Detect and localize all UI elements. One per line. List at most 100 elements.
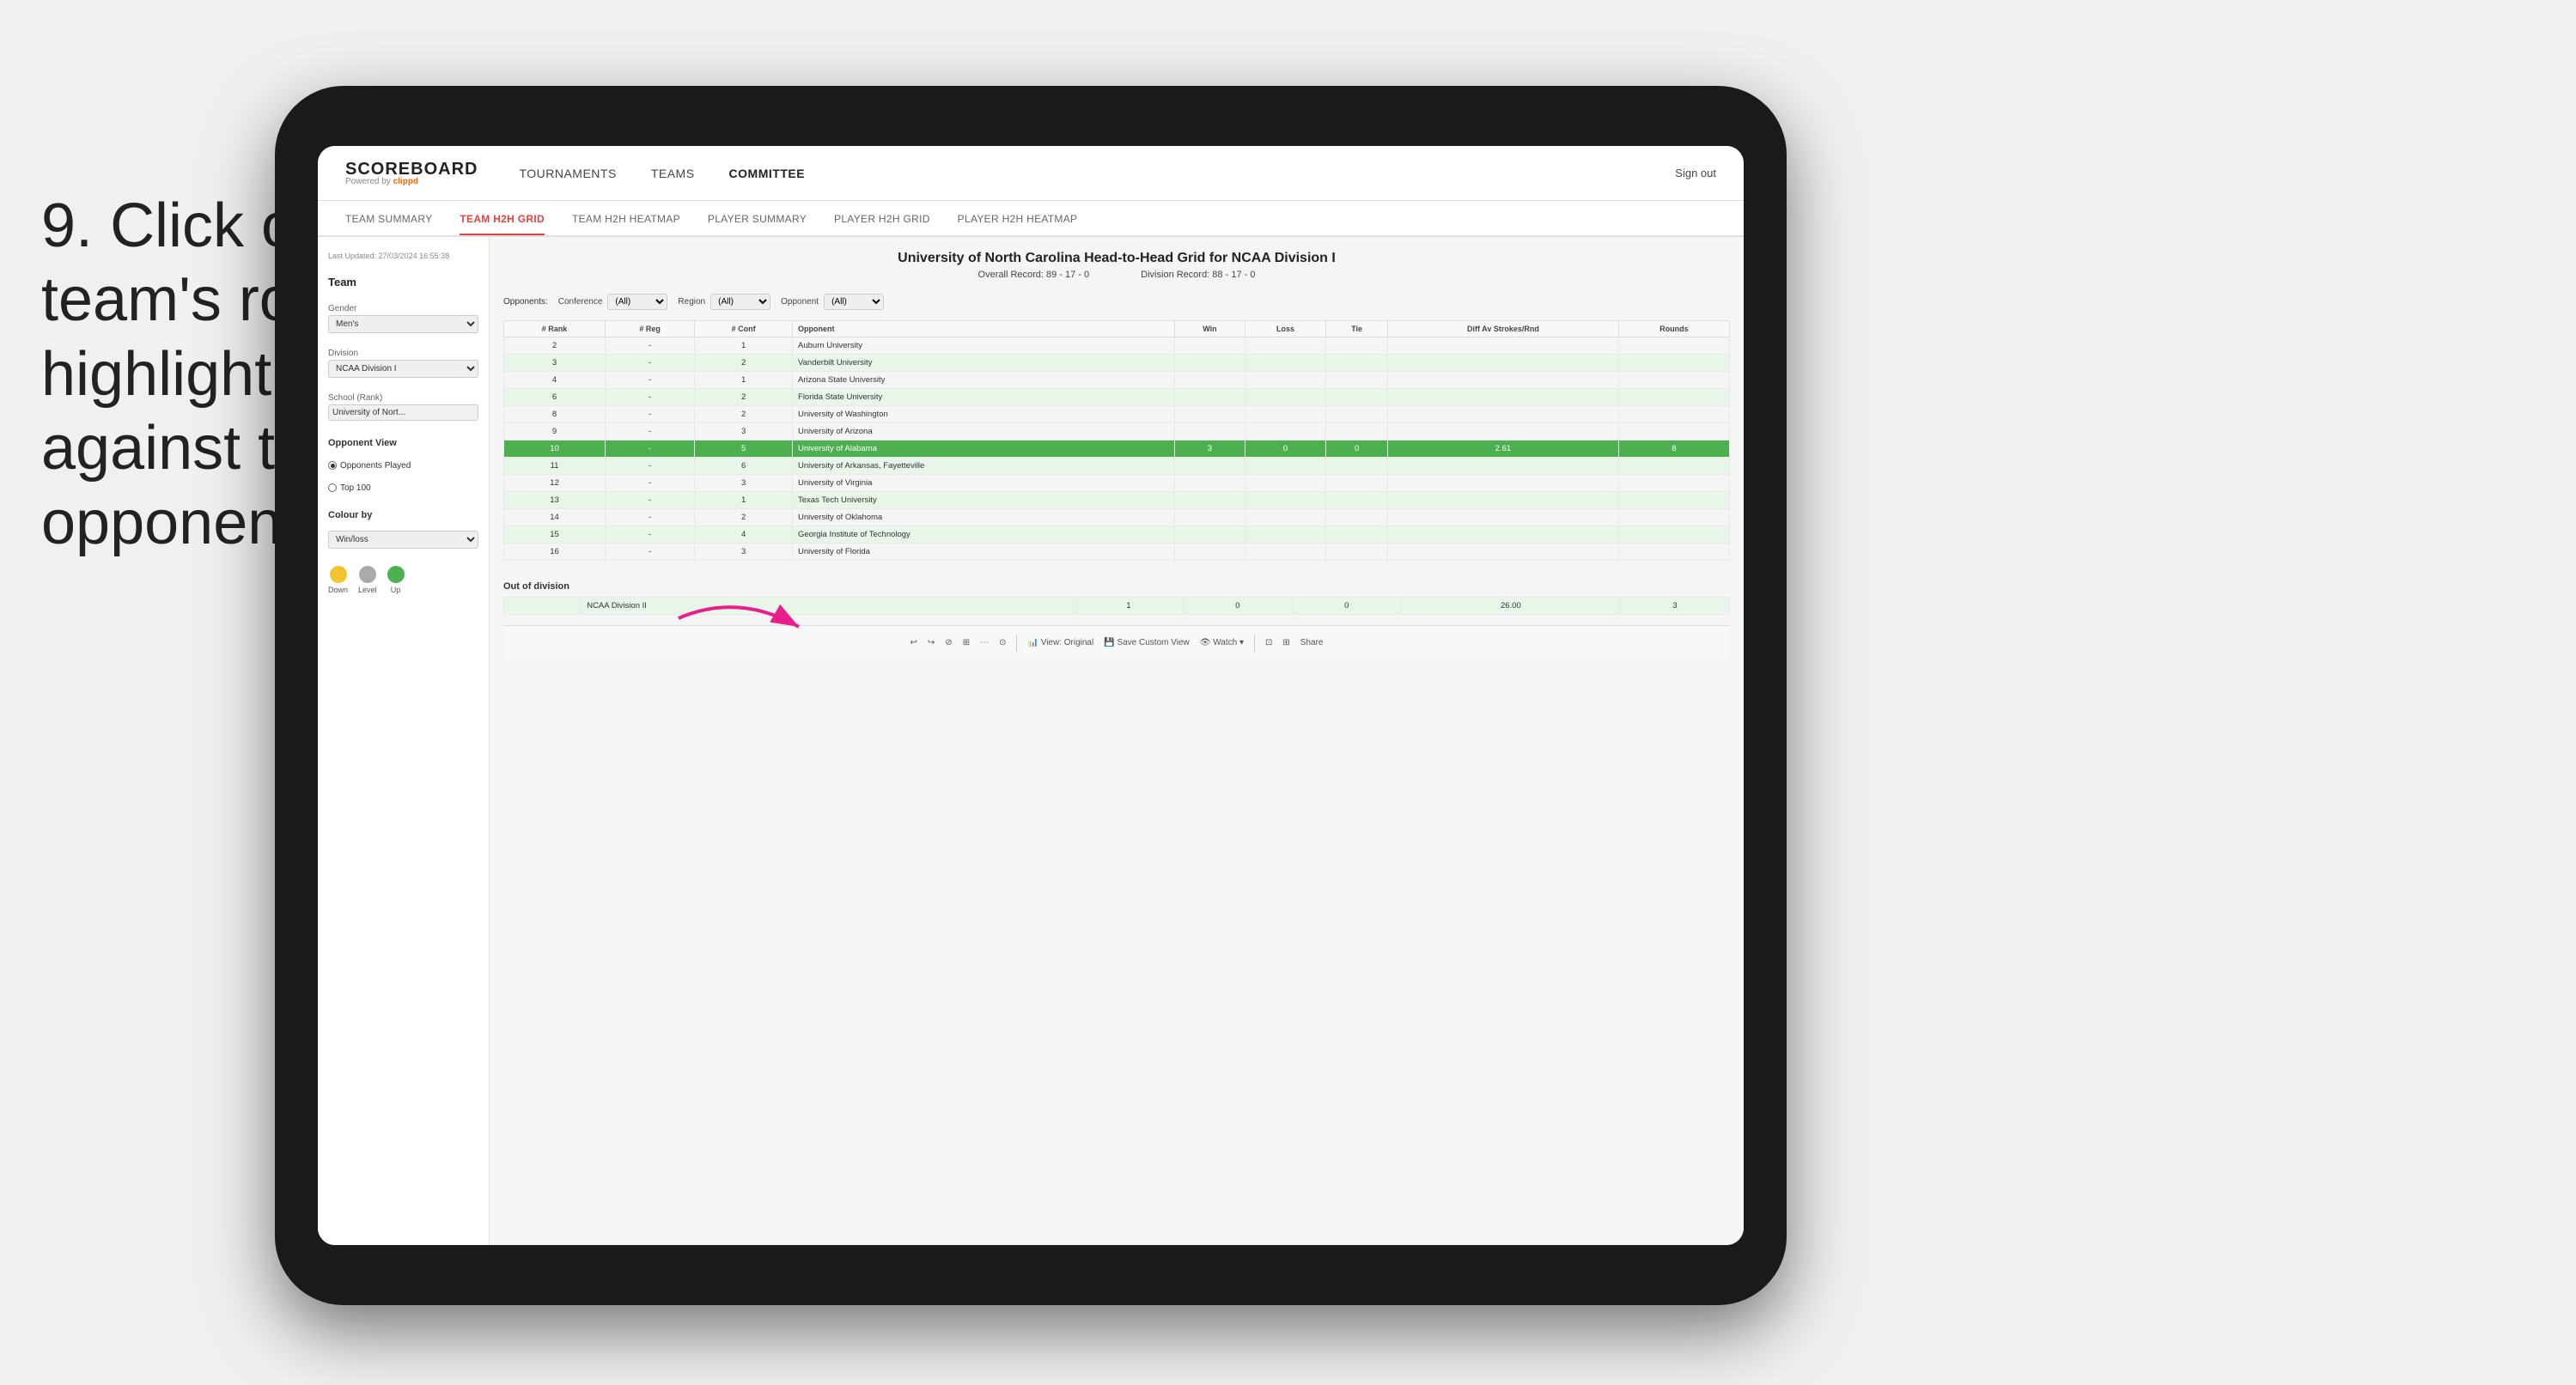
gender-label: Gender	[328, 304, 478, 313]
col-opponent: Opponent	[793, 321, 1175, 337]
nav-committee[interactable]: COMMITTEE	[729, 167, 806, 180]
logo-scoreboard: SCOREBOARD	[345, 161, 478, 178]
col-tie: Tie	[1326, 321, 1388, 337]
sub-nav: TEAM SUMMARY TEAM H2H GRID TEAM H2H HEAT…	[318, 201, 1744, 237]
screenshot-btn[interactable]: ⊡	[1265, 638, 1272, 647]
grid-header: University of North Carolina Head-to-Hea…	[503, 251, 1730, 280]
nav-tournaments[interactable]: TOURNAMENTS	[519, 167, 616, 180]
save-custom-view-btn[interactable]: 💾 Save Custom View	[1104, 638, 1190, 647]
col-rounds: Rounds	[1618, 321, 1729, 337]
legend-up: Up	[387, 566, 405, 594]
conference-filter: Conference (All)	[558, 294, 668, 310]
school-value: University of Nort...	[328, 404, 478, 421]
overall-record: Overall Record: 89 - 17 - 0	[978, 270, 1090, 280]
legend-level: Level	[358, 566, 377, 594]
colour-by-select[interactable]: Win/loss	[328, 531, 478, 549]
bottom-toolbar: ↩ ↪ ⊘ ⊞ ⋯ ⊙ 📊 View: Original 💾 Save Cust…	[503, 625, 1730, 659]
grid-area: University of North Carolina Head-to-Hea…	[490, 237, 1744, 1245]
more-btn[interactable]: ⋯	[980, 638, 989, 647]
logo-area: SCOREBOARD Powered by clippd	[345, 161, 478, 186]
col-conf: # Conf	[695, 321, 793, 337]
opponent-view-title: Opponent View	[328, 438, 478, 448]
grid-view-btn[interactable]: ⊞	[1282, 638, 1289, 647]
redo-btn[interactable]: ↪	[928, 638, 935, 647]
table-row[interactable]: 13-1Texas Tech University	[504, 492, 1730, 509]
tab-team-summary[interactable]: TEAM SUMMARY	[345, 213, 432, 235]
table-row[interactable]: 2-1Auburn University	[504, 337, 1730, 355]
grid-title: University of North Carolina Head-to-Hea…	[503, 251, 1730, 266]
legend-dot-level	[359, 566, 376, 583]
conference-select[interactable]: (All)	[607, 294, 667, 310]
table-row[interactable]: 15-4Georgia Institute of Technology	[504, 526, 1730, 544]
table-row[interactable]: 4-1Arizona State University	[504, 372, 1730, 389]
history-btn[interactable]: ⊘	[945, 638, 952, 647]
share-btn[interactable]: Share	[1300, 638, 1324, 647]
nav-links: TOURNAMENTS TEAMS COMMITTEE	[519, 167, 805, 180]
tab-team-h2h-heatmap[interactable]: TEAM H2H HEATMAP	[572, 213, 680, 235]
out-division-rounds: 3	[1621, 598, 1730, 615]
school-label: School (Rank)	[328, 393, 478, 403]
col-reg: # Reg	[606, 321, 695, 337]
grid-btn[interactable]: ⊞	[963, 638, 970, 647]
table-row[interactable]: 10-5University of Alabama3002.618	[504, 440, 1730, 458]
tab-player-h2h-grid[interactable]: PLAYER H2H GRID	[834, 213, 930, 235]
col-loss: Loss	[1245, 321, 1325, 337]
table-row[interactable]: 9-3University of Arizona	[504, 423, 1730, 440]
table-row[interactable]: 14-2University of Oklahoma	[504, 509, 1730, 526]
clock-btn[interactable]: ⊙	[999, 638, 1006, 647]
main-content: Last Updated: 27/03/2024 16:55:38 Team G…	[318, 237, 1744, 1245]
table-row[interactable]: 12-3University of Virginia	[504, 475, 1730, 492]
logo-powered: Powered by clippd	[345, 178, 478, 186]
radio-dot-opponents	[328, 461, 337, 470]
legend-row: Down Level Up	[328, 566, 478, 594]
separator-1	[1016, 635, 1017, 652]
radio-opponents-played[interactable]: Opponents Played	[328, 461, 478, 471]
radio-top100[interactable]: Top 100	[328, 483, 478, 493]
opponent-filter: Opponent (All)	[781, 294, 884, 310]
view-original-btn[interactable]: 📊 View: Original	[1027, 638, 1093, 647]
division-record: Division Record: 88 - 17 - 0	[1141, 270, 1255, 280]
nav-teams[interactable]: TEAMS	[651, 167, 695, 180]
division-label: Division	[328, 349, 478, 358]
nav-left: SCOREBOARD Powered by clippd TOURNAMENTS…	[345, 161, 805, 186]
sidebar-team-label: Team	[328, 276, 478, 289]
out-division-diff: 26.00	[1401, 598, 1620, 615]
sidebar: Last Updated: 27/03/2024 16:55:38 Team G…	[318, 237, 490, 1245]
tab-player-h2h-heatmap[interactable]: PLAYER H2H HEATMAP	[958, 213, 1078, 235]
grid-records: Overall Record: 89 - 17 - 0 Division Rec…	[503, 270, 1730, 280]
table-row[interactable]: 11-6University of Arkansas, Fayetteville	[504, 458, 1730, 475]
out-division-loss: 0	[1183, 598, 1292, 615]
opponent-select[interactable]: (All)	[824, 294, 884, 310]
out-of-division-section: Out of division NCAA Division II 1 0 0 2…	[503, 581, 1730, 615]
col-rank: # Rank	[504, 321, 606, 337]
sign-out-link[interactable]: Sign out	[1675, 167, 1716, 179]
out-division-row[interactable]: NCAA Division II 1 0 0 26.00 3	[504, 598, 1730, 615]
out-division-label	[504, 598, 582, 615]
region-filter: Region (All)	[678, 294, 770, 310]
region-select[interactable]: (All)	[710, 294, 770, 310]
tablet-screen: SCOREBOARD Powered by clippd TOURNAMENTS…	[318, 146, 1744, 1245]
legend-dot-up	[387, 566, 405, 583]
gender-select[interactable]: Men's	[328, 315, 478, 333]
tablet-device: SCOREBOARD Powered by clippd TOURNAMENTS…	[275, 86, 1787, 1305]
table-row[interactable]: 16-3University of Florida	[504, 544, 1730, 561]
out-division-tie: 0	[1292, 598, 1401, 615]
filter-row: Opponents: Conference (All) Region (All)	[503, 294, 1730, 310]
legend-down: Down	[328, 566, 348, 594]
watch-btn[interactable]: 👁 Watch ▾	[1200, 638, 1244, 647]
out-division-win: 1	[1074, 598, 1183, 615]
table-row[interactable]: 8-2University of Washington	[504, 406, 1730, 423]
radio-dot-top100	[328, 483, 337, 492]
table-row[interactable]: 6-2Florida State University	[504, 389, 1730, 406]
col-diff: Diff Av Strokes/Rnd	[1387, 321, 1618, 337]
tab-player-summary[interactable]: PLAYER SUMMARY	[708, 213, 807, 235]
tab-team-h2h-grid[interactable]: TEAM H2H GRID	[460, 213, 545, 235]
step-number: 9.	[41, 191, 93, 260]
separator-2	[1254, 635, 1255, 652]
colour-by-label: Colour by	[328, 510, 478, 520]
sidebar-timestamp: Last Updated: 27/03/2024 16:55:38	[328, 251, 478, 262]
table-row[interactable]: 3-2Vanderbilt University	[504, 355, 1730, 372]
h2h-table: # Rank # Reg # Conf Opponent Win Loss Ti…	[503, 320, 1730, 561]
undo-btn[interactable]: ↩	[910, 638, 917, 647]
division-select[interactable]: NCAA Division I	[328, 360, 478, 378]
